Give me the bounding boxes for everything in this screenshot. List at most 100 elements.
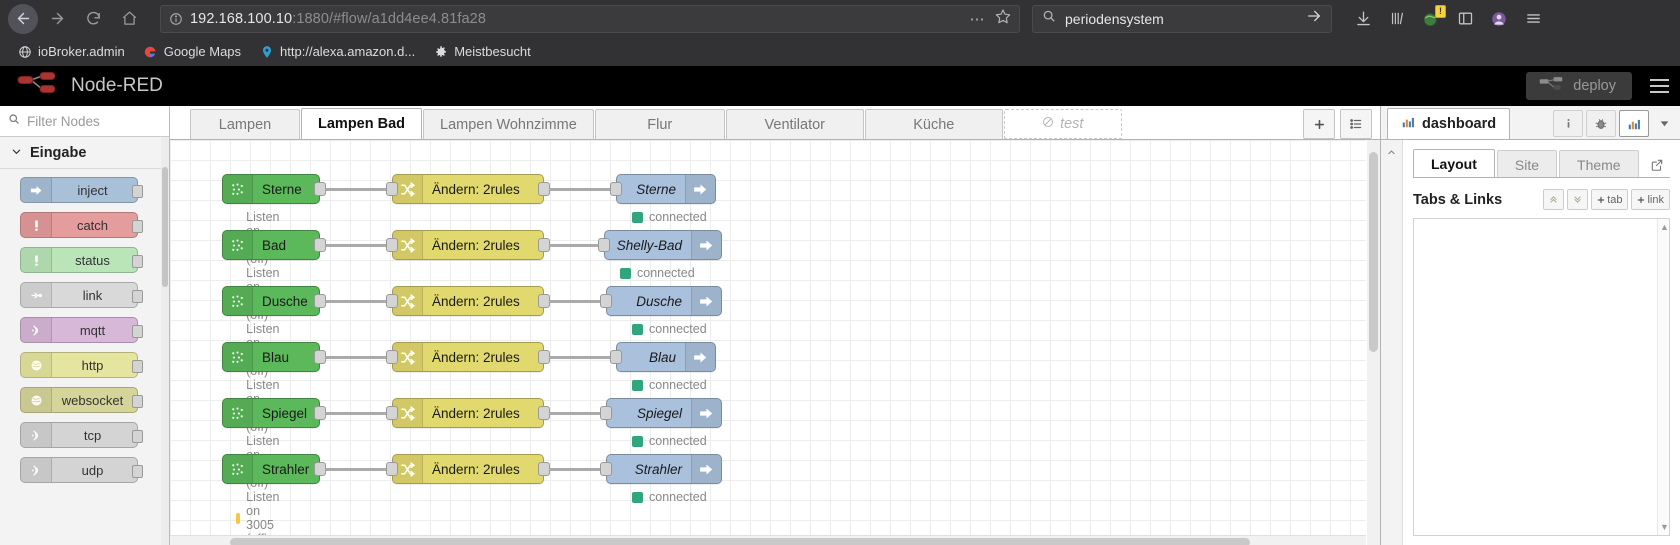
flow-wire[interactable]: [325, 412, 393, 415]
tab-site[interactable]: Site: [1496, 150, 1558, 178]
main-menu-icon[interactable]: [1644, 71, 1674, 101]
palette-node-link[interactable]: link: [20, 282, 143, 308]
node-output-port[interactable]: [132, 430, 143, 443]
change-node[interactable]: Ändern: 2rules: [386, 230, 550, 260]
node-input-port[interactable]: [386, 294, 398, 308]
flow-list-button[interactable]: [1340, 109, 1372, 139]
node-input-port[interactable]: [386, 238, 398, 252]
change-node[interactable]: Ändern: 2rules: [386, 286, 550, 316]
change-node[interactable]: Ändern: 2rules: [386, 342, 550, 372]
change-node[interactable]: Ändern: 2rules: [386, 174, 550, 204]
palette-node-websocket[interactable]: websocket: [20, 387, 143, 413]
node-input-port[interactable]: [600, 294, 612, 308]
flow-tab-test[interactable]: test: [1003, 109, 1122, 139]
palette-node-status[interactable]: status: [20, 247, 143, 273]
extension-icon[interactable]: !: [1416, 4, 1446, 34]
external-link-icon[interactable]: [1644, 152, 1670, 178]
palette-node-mqtt[interactable]: mqtt: [20, 317, 143, 343]
mqtt-out-node[interactable]: Dusche: [600, 286, 722, 316]
node-output-port[interactable]: [132, 360, 143, 373]
rail-collapse-up-icon[interactable]: [1384, 144, 1400, 160]
back-button[interactable]: [8, 3, 38, 34]
add-tab-button[interactable]: tab: [1591, 189, 1629, 210]
canvas-horizontal-scrollbar[interactable]: [170, 535, 1366, 545]
forward-button[interactable]: [40, 2, 74, 36]
node-input-port[interactable]: [610, 350, 622, 364]
node-input-port[interactable]: [600, 406, 612, 420]
menu-icon[interactable]: [1518, 4, 1548, 34]
reload-button[interactable]: [76, 2, 110, 36]
tab-theme[interactable]: Theme: [1559, 150, 1639, 178]
palette-scrollbar[interactable]: [161, 137, 169, 545]
flow-wire[interactable]: [549, 468, 607, 471]
search-submit-icon[interactable]: [1306, 8, 1322, 29]
palette-category-eingabe[interactable]: Eingabe: [0, 137, 169, 169]
mqtt-out-node[interactable]: Blau: [610, 342, 716, 372]
mqtt-in-node[interactable]: Sterne: [222, 174, 326, 204]
node-output-port[interactable]: [132, 290, 143, 303]
node-input-port[interactable]: [386, 182, 398, 196]
flow-wire[interactable]: [549, 412, 607, 415]
node-input-port[interactable]: [598, 238, 610, 252]
mqtt-out-node[interactable]: Strahler: [600, 454, 722, 484]
sidebar-tab-dashboard[interactable]: dashboard: [1387, 108, 1511, 139]
canvas-v-scroll-thumb[interactable]: [1369, 152, 1378, 352]
palette-node-inject[interactable]: inject: [20, 177, 143, 203]
mqtt-in-node[interactable]: Blau: [222, 342, 326, 372]
bookmark-item[interactable]: Meistbesucht: [426, 41, 538, 62]
flow-canvas[interactable]: Sterne Ändern: 2rules Sterne Listen conn…: [170, 140, 1366, 545]
flow-tab-lampen-wohnzimmer[interactable]: Lampen Wohnzimme: [423, 109, 594, 139]
chevron-down-icon[interactable]: [1652, 110, 1676, 137]
filter-nodes-input[interactable]: Filter Nodes: [27, 114, 100, 129]
home-button[interactable]: [112, 2, 146, 36]
add-flow-button[interactable]: [1303, 109, 1335, 139]
palette-node-udp[interactable]: udp: [20, 457, 143, 483]
node-input-port[interactable]: [386, 462, 398, 476]
flow-wire[interactable]: [549, 356, 617, 359]
mqtt-out-node[interactable]: Sterne: [610, 174, 716, 204]
debug-bug-icon[interactable]: [1586, 110, 1616, 137]
node-output-port[interactable]: [132, 325, 143, 338]
change-node[interactable]: Ändern: 2rules: [386, 398, 550, 428]
palette-node-tcp[interactable]: tcp: [20, 422, 143, 448]
node-input-port[interactable]: [610, 182, 622, 196]
palette-node-catch[interactable]: catch: [20, 212, 143, 238]
flow-wire[interactable]: [549, 244, 605, 247]
flow-tab-kueche[interactable]: Küche: [864, 109, 1003, 139]
collapse-all-button[interactable]: [1543, 189, 1565, 210]
node-input-port[interactable]: [600, 462, 612, 476]
sidebar-icon[interactable]: [1450, 4, 1480, 34]
flow-wire[interactable]: [325, 356, 393, 359]
url-bar[interactable]: 192.168.100.10:1880/#flow/a1dd4ee4.81fa2…: [160, 4, 1020, 33]
flow-wire[interactable]: [549, 300, 607, 303]
palette-filter[interactable]: Filter Nodes: [0, 106, 169, 137]
node-input-port[interactable]: [386, 350, 398, 364]
deploy-button[interactable]: deploy: [1526, 72, 1632, 100]
mqtt-in-node[interactable]: Spiegel: [222, 398, 326, 428]
search-bar[interactable]: periodensystem: [1032, 4, 1332, 33]
tabs-links-list[interactable]: ▲ ▼: [1413, 218, 1670, 536]
mqtt-out-node[interactable]: Shelly-Bad: [598, 230, 722, 260]
dashboard-chart-icon[interactable]: [1619, 110, 1649, 137]
mqtt-out-node[interactable]: Spiegel: [600, 398, 722, 428]
flow-wire[interactable]: [325, 188, 393, 191]
account-icon[interactable]: [1484, 4, 1514, 34]
node-input-port[interactable]: [386, 406, 398, 420]
canvas-h-scroll-thumb[interactable]: [230, 538, 1250, 545]
library-icon[interactable]: [1382, 4, 1412, 34]
flow-wire[interactable]: [325, 300, 393, 303]
mqtt-in-node[interactable]: Dusche: [222, 286, 326, 316]
bookmark-item[interactable]: http://alexa.amazon.d...: [252, 41, 422, 62]
tabs-links-scrollbar[interactable]: ▲ ▼: [1657, 219, 1669, 535]
bookmark-star-icon[interactable]: [995, 8, 1011, 29]
page-actions-icon[interactable]: ⋯: [970, 10, 987, 28]
node-output-port[interactable]: [132, 255, 143, 268]
download-icon[interactable]: [1348, 4, 1378, 34]
scroll-down-icon[interactable]: ▼: [1660, 522, 1669, 532]
flow-wire[interactable]: [549, 188, 617, 191]
scroll-up-icon[interactable]: ▲: [1660, 222, 1669, 232]
canvas-vertical-scrollbar[interactable]: [1367, 140, 1380, 545]
add-link-button[interactable]: link: [1631, 189, 1670, 210]
bookmark-item[interactable]: ioBroker.admin: [10, 41, 132, 62]
flow-wire[interactable]: [325, 468, 393, 471]
